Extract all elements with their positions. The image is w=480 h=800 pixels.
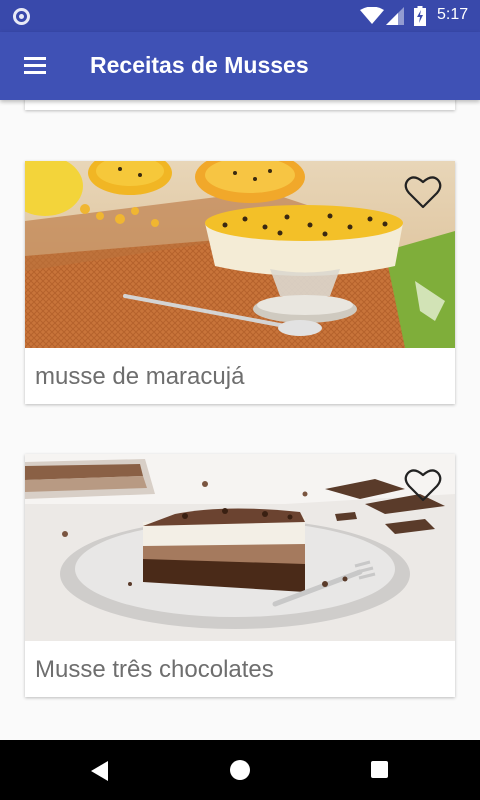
back-triangle-icon[interactable] (90, 760, 110, 782)
battery-charging-icon (414, 6, 426, 26)
heart-outline-icon[interactable] (404, 174, 442, 210)
signal-icon (386, 7, 404, 25)
heart-outline-icon[interactable] (404, 467, 442, 503)
home-circle-icon[interactable] (230, 760, 250, 780)
recents-square-icon[interactable] (371, 761, 388, 778)
navigation-bar (0, 740, 480, 800)
recipe-card-partial[interactable] (25, 100, 455, 110)
recipe-list[interactable]: musse de maracujá Musse três chocolates (0, 100, 480, 740)
notification-circle-icon (13, 8, 30, 25)
recipe-image (25, 161, 455, 348)
app-title: Receitas de Musses (90, 52, 309, 78)
recipe-image (25, 454, 455, 641)
recipe-card[interactable]: Musse três chocolates (25, 454, 455, 697)
status-time: 5:17 (437, 6, 469, 23)
recipe-card[interactable]: musse de maracujá (25, 161, 455, 404)
recipe-title: musse de maracujá (35, 363, 245, 390)
wifi-icon (360, 7, 384, 24)
status-bar: 5:17 (0, 0, 480, 32)
app-bar: Receitas de Musses (0, 32, 480, 100)
recipe-title: Musse três chocolates (35, 656, 274, 683)
menu-icon[interactable] (22, 55, 48, 77)
